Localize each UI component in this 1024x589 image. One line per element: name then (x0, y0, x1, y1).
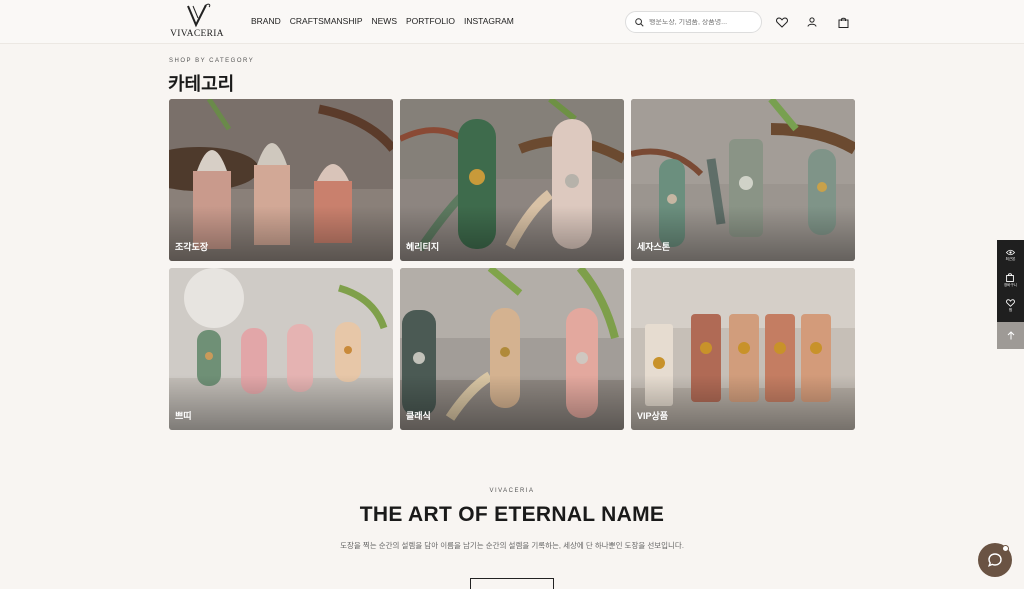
brand-eyebrow: VIVACERIA (489, 488, 535, 494)
card-shade (169, 375, 393, 430)
chat-notification-dot (1002, 545, 1009, 552)
category-label: VIP상품 (637, 411, 669, 421)
recent-view-button[interactable]: 최근본 (1005, 249, 1016, 262)
category-card-petit[interactable]: 쁘띠 (169, 268, 393, 430)
brand-more-button[interactable] (470, 578, 554, 589)
arrow-up-icon (1007, 331, 1014, 340)
category-card-heritage[interactable]: 헤리티지 (400, 99, 624, 261)
category-title: 카테고리 (168, 74, 235, 94)
site-header: VIVACERIA BRAND CRAFTSMANSHIP NEWS PORTF… (0, 0, 1024, 44)
quick-cart-button[interactable]: 장바구니 (1004, 273, 1017, 288)
logo-mark-icon (187, 3, 211, 28)
brand-title: THE ART OF ETERNAL NAME (359, 503, 665, 526)
category-label: 쁘띠 (175, 411, 192, 421)
quick-menu: 최근본 장바구니 찜 (997, 240, 1024, 322)
category-card-vip[interactable]: VIP상품 (631, 268, 855, 430)
quick-label: 최근본 (1005, 256, 1016, 261)
chat-bubble-icon (987, 553, 1002, 567)
brand-logo[interactable]: VIVACERIA (168, 2, 226, 42)
card-shade (400, 375, 624, 430)
nav-news[interactable]: NEWS (372, 16, 398, 26)
quick-label: 찜 (1008, 308, 1013, 313)
scroll-top-button[interactable] (997, 322, 1024, 349)
category-card-seja-stone[interactable]: 세자스톤 (631, 99, 855, 261)
chat-button[interactable] (978, 543, 1012, 577)
search-box[interactable] (625, 11, 762, 33)
category-card-carved-seal[interactable]: 조각도장 (169, 99, 393, 261)
nav-portfolio[interactable]: PORTFOLIO (406, 16, 455, 26)
main-nav: BRAND CRAFTSMANSHIP NEWS PORTFOLIO INSTA… (251, 16, 514, 26)
category-eyebrow: SHOP BY CATEGORY (169, 58, 255, 64)
category-label: 조각도장 (175, 242, 209, 252)
brand-description: 도장을 찍는 순간의 설렘을 담아 이름을 남기는 순간의 설렘을 기록하는, … (340, 541, 684, 550)
category-card-classic[interactable]: 클래식 (400, 268, 624, 430)
quick-wishlist-button[interactable]: 찜 (1006, 299, 1015, 313)
nav-brand[interactable]: BRAND (251, 16, 281, 26)
category-label: 헤리티지 (406, 242, 440, 252)
logo-text: VIVACERIA (170, 29, 224, 39)
nav-craftsmanship[interactable]: CRAFTSMANSHIP (290, 16, 363, 26)
category-grid: 조각도장 헤리티지 세자스톤 쁘띠 클래식 VIP상품 (169, 99, 855, 431)
shopping-bag-icon (838, 17, 848, 28)
quick-label: 장바구니 (1004, 282, 1017, 287)
search-icon (635, 17, 644, 27)
eye-icon (1005, 249, 1015, 255)
nav-instagram[interactable]: INSTAGRAM (464, 16, 514, 26)
heart-icon (776, 16, 788, 28)
category-label: 세자스톤 (637, 242, 671, 252)
wishlist-button[interactable] (775, 15, 789, 29)
heart-icon (1006, 299, 1015, 308)
account-button[interactable] (805, 15, 819, 29)
category-label: 클래식 (406, 411, 431, 421)
search-input[interactable] (649, 18, 749, 26)
cart-button[interactable] (836, 15, 850, 29)
user-icon (807, 17, 817, 27)
shopping-bag-icon (1006, 273, 1015, 282)
